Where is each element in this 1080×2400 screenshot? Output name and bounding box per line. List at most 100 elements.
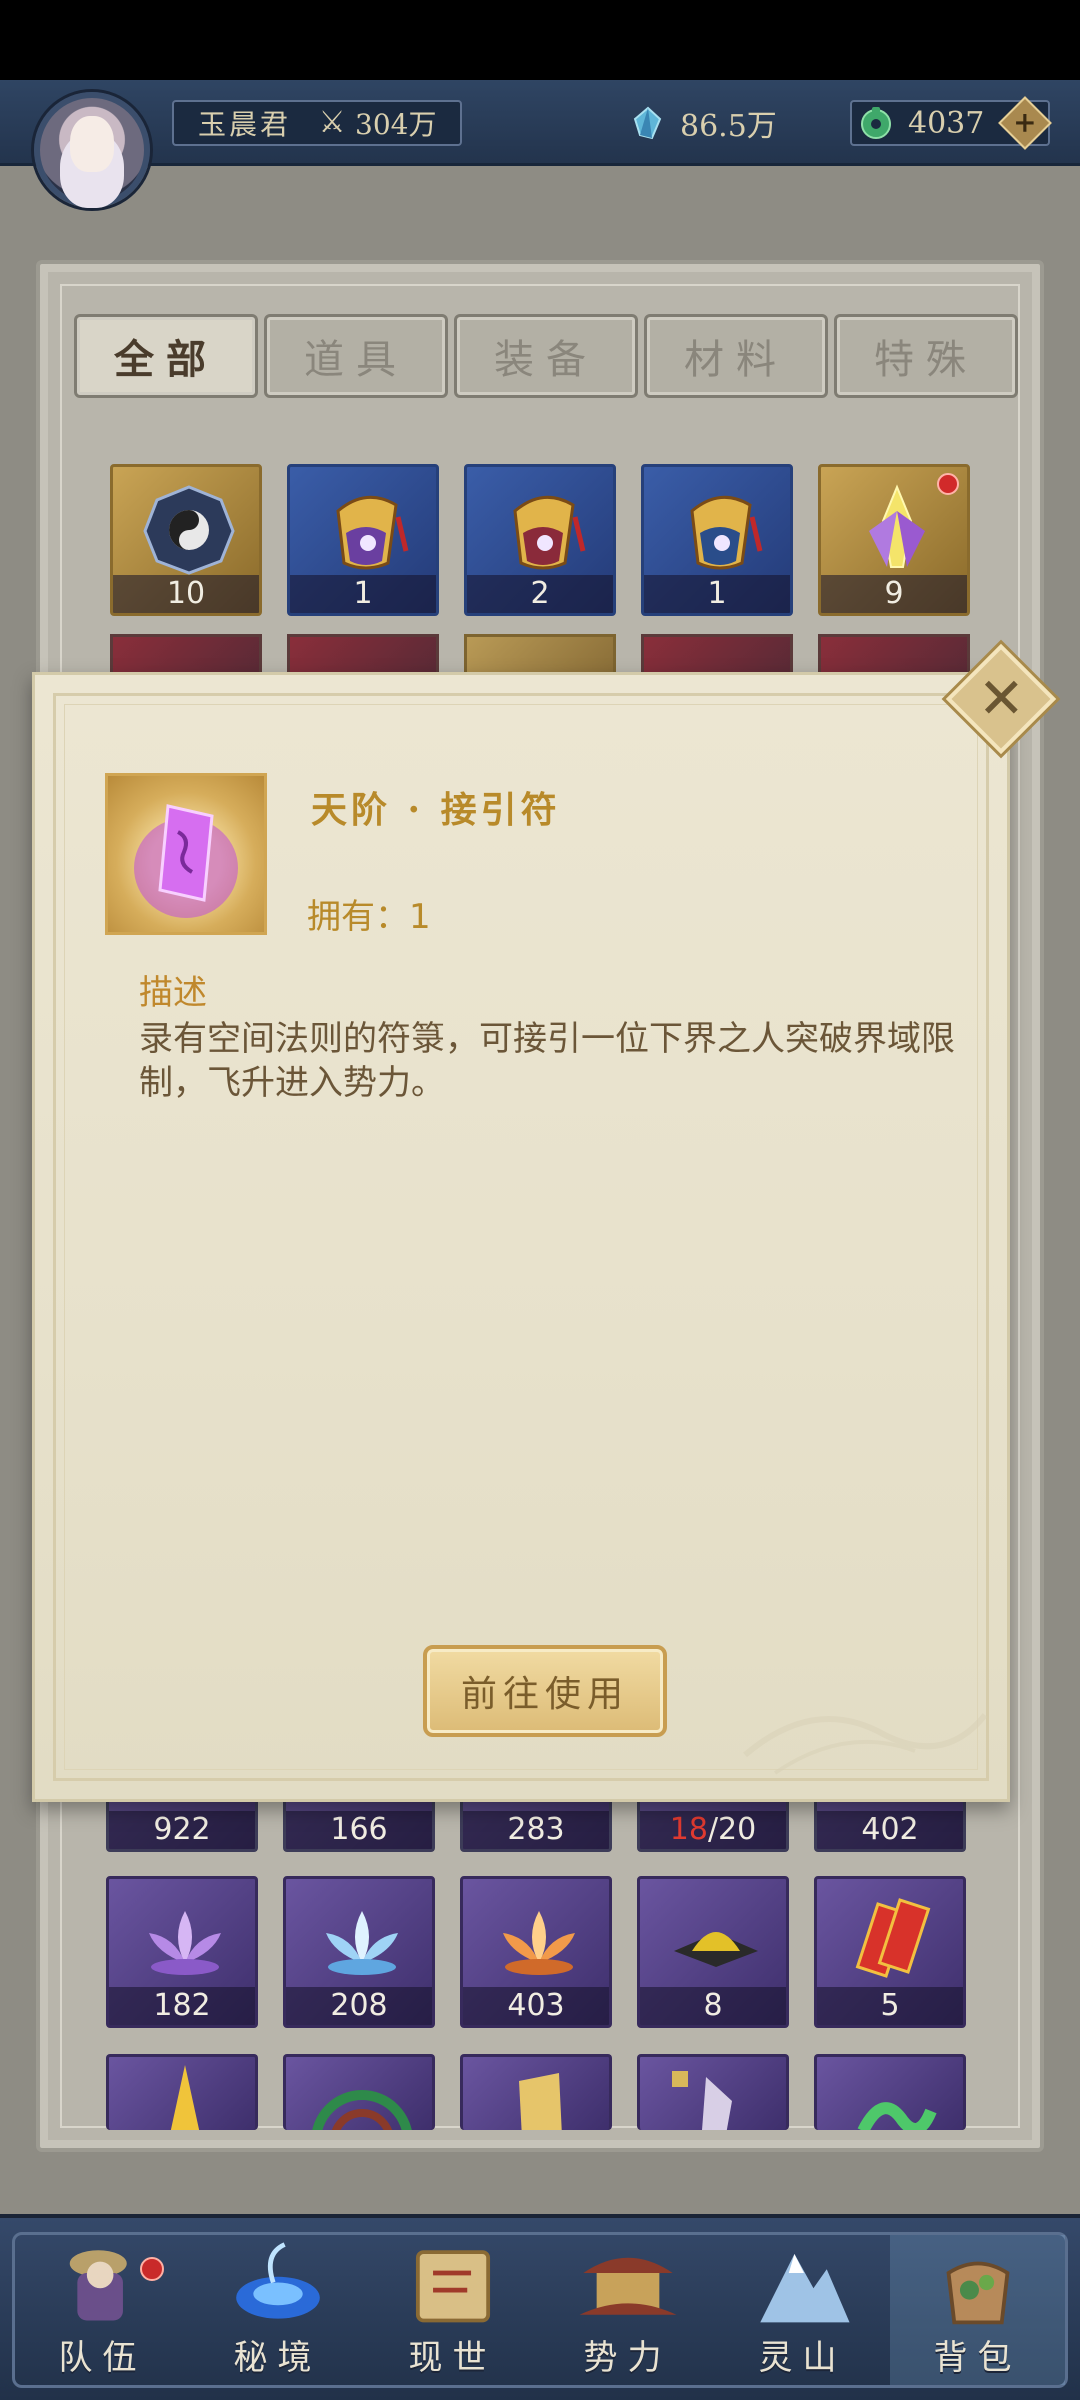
item-count: 5 (817, 1987, 963, 2025)
tab-equipment[interactable]: 装备 (454, 314, 638, 398)
tab-all[interactable]: 全部 (74, 314, 258, 398)
nav-faction[interactable]: 势力 (540, 2235, 715, 2385)
item-description: 录有空间法则的符箓，可接引一位下界之人突破界域限制，飞升进入势力。 (139, 1019, 955, 1103)
item-grid-row-full: 182 208 403 8 5 (106, 1876, 966, 2028)
item-slot[interactable] (814, 2054, 966, 2130)
item-count: 403 (463, 1987, 609, 2025)
nav-team[interactable]: 队伍 (15, 2235, 190, 2385)
nav-spirit-mountain[interactable]: 灵山 (715, 2235, 890, 2385)
nav-label: 秘境 (233, 2338, 322, 2378)
purple-lotus-icon (149, 1911, 221, 1975)
item-slot[interactable] (283, 2054, 435, 2130)
item-slot[interactable] (110, 634, 262, 674)
item-slot[interactable]: 403 (460, 1876, 612, 2028)
go-use-button[interactable]: 前往使用 (423, 1645, 667, 1737)
item-count-need: /20 (707, 1812, 757, 1847)
jade-disc-icon (312, 2090, 412, 2130)
item-count: 166 (286, 1811, 432, 1849)
nav-label: 灵山 (758, 2338, 847, 2378)
item-slot[interactable]: 5 (814, 1876, 966, 2028)
cloud-swirl-decoration (743, 1713, 988, 1775)
world-scroll-icon (415, 2250, 490, 2323)
jade-coin-icon (861, 107, 891, 139)
item-name: 天阶 · 接引符 (311, 789, 561, 831)
nav-backpack[interactable]: 背包 (890, 2235, 1065, 2385)
item-count: 2 (467, 575, 613, 613)
player-name: 玉晨君 (198, 108, 292, 141)
player-avatar[interactable] (34, 92, 150, 208)
nav-world[interactable]: 现世 (365, 2235, 540, 2385)
item-count: 9 (821, 575, 967, 613)
talisman-pouch-icon (336, 495, 409, 570)
item-count: 182 (109, 1987, 255, 2025)
gold-powder-icon (674, 1932, 758, 1967)
item-detail-popup: 天阶 · 接引符 拥有：1 描述 录有空间法则的符箓，可接引一位下界之人突破界域… (32, 672, 1010, 1802)
item-count: 208 (286, 1987, 432, 2025)
item-count-have: 18 (669, 1812, 708, 1847)
item-slot[interactable]: 1 (287, 464, 439, 616)
item-slot[interactable] (637, 2054, 789, 2130)
item-grid-row-2-partial (110, 634, 970, 674)
golden-cone-icon (170, 2065, 200, 2130)
item-slot[interactable] (464, 634, 616, 674)
item-slot[interactable] (460, 2054, 612, 2130)
item-slot[interactable] (641, 634, 793, 674)
talisman-pouch-icon (690, 495, 763, 570)
bottom-nav-frame: 队伍 秘境 现世 势力 灵山 背包 (12, 2232, 1068, 2388)
golden-scroll-icon (519, 2073, 562, 2130)
talisman-pouch-icon (513, 495, 586, 570)
new-item-badge (937, 473, 959, 495)
player-info[interactable]: 玉晨君 ⚔ 304万 (172, 100, 462, 146)
item-slot[interactable]: 2 (464, 464, 616, 616)
item-count: 10 (113, 575, 259, 613)
item-slot[interactable]: 208 (283, 1876, 435, 2028)
bagua-compass-icon (143, 485, 235, 575)
item-slot[interactable] (106, 2054, 258, 2130)
crystal-flower-icon (869, 484, 925, 568)
red-talisman-icon (855, 1898, 931, 1978)
item-slot[interactable]: 10 (110, 464, 262, 616)
tab-materials[interactable]: 材料 (644, 314, 828, 398)
tab-special[interactable]: 特殊 (834, 314, 1018, 398)
plus-icon: + (1013, 106, 1037, 139)
item-slot[interactable]: 1 (641, 464, 793, 616)
crystal-shard-icon (672, 2071, 732, 2130)
jade-value: 4037 (908, 105, 985, 141)
nav-label: 背包 (933, 2338, 1022, 2378)
item-preview (105, 773, 267, 935)
item-slot[interactable]: 8 (637, 1876, 789, 2028)
nav-label: 势力 (583, 2338, 672, 2378)
secret-realm-icon (235, 2242, 320, 2319)
tab-props[interactable]: 道具 (264, 314, 448, 398)
nav-secret-realm[interactable]: 秘境 (190, 2235, 365, 2385)
spirit-mountain-icon (759, 2254, 850, 2323)
fire-lotus-icon (503, 1911, 575, 1975)
add-jade-button[interactable]: + (998, 96, 1052, 150)
item-slot[interactable] (818, 634, 970, 674)
item-slot[interactable]: 182 (106, 1876, 258, 2028)
combat-power-icon: ⚔ (318, 105, 346, 140)
backpack-icon (946, 2261, 1009, 2325)
nav-label: 队伍 (58, 2338, 147, 2378)
item-count: 922 (109, 1811, 255, 1849)
item-count: 402 (817, 1811, 963, 1849)
bottom-nav: 队伍 秘境 现世 势力 灵山 背包 (0, 2214, 1080, 2400)
ascension-talisman-icon (134, 804, 238, 918)
item-count: 8 (640, 1987, 786, 2025)
jade-counter: 4037 + (850, 96, 1052, 150)
notification-badge (140, 2257, 164, 2281)
item-count: 1 (644, 575, 790, 613)
item-owned-count: 拥有：1 (307, 897, 431, 937)
jade-dragon-icon (857, 2102, 937, 2130)
spirit-stone-value: 86.5万 (680, 109, 777, 144)
faction-palace-icon (579, 2257, 676, 2315)
item-slot[interactable]: 9 (818, 464, 970, 616)
item-slot[interactable] (287, 634, 439, 674)
close-icon: ✕ (977, 665, 1025, 731)
ice-lotus-icon (326, 1911, 398, 1975)
spirit-stone-counter: 86.5万 (630, 100, 777, 146)
item-grid-row-1: 10 1 2 1 9 (110, 464, 970, 616)
item-count: 18/20 (640, 1811, 786, 1849)
status-bar (0, 0, 1080, 80)
description-heading: 描述 (139, 973, 207, 1013)
